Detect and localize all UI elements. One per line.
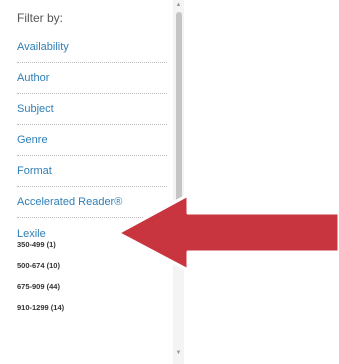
facet-accelerated-reader[interactable]: Accelerated Reader® (17, 187, 167, 218)
scroll-up-arrow-icon[interactable]: ▲ (173, 2, 184, 8)
lexile-option[interactable]: 675-909 (44) (17, 276, 167, 297)
lexile-option[interactable]: 350-499 (1) (17, 234, 167, 255)
lexile-option[interactable]: 910-1299 (14) (17, 297, 167, 318)
lexile-option[interactable]: 500-674 (10) (17, 255, 167, 276)
facet-author[interactable]: Author (17, 63, 167, 94)
scroll-down-arrow-icon[interactable]: ▼ (173, 350, 184, 356)
facet-format[interactable]: Format (17, 156, 167, 187)
facet-availability[interactable]: Availability (17, 32, 167, 63)
facet-genre[interactable]: Genre (17, 125, 167, 156)
filter-heading: Filter by: (17, 11, 64, 25)
facet-subject[interactable]: Subject (17, 94, 167, 125)
facet-list: Availability Author Subject Genre Format… (17, 32, 167, 249)
lexile-options: 350-499 (1) 500-674 (10) 675-909 (44) 91… (17, 234, 167, 318)
filter-panel: Filter by: Availability Author Subject G… (0, 0, 186, 364)
scrollbar-thumb[interactable] (176, 12, 182, 210)
